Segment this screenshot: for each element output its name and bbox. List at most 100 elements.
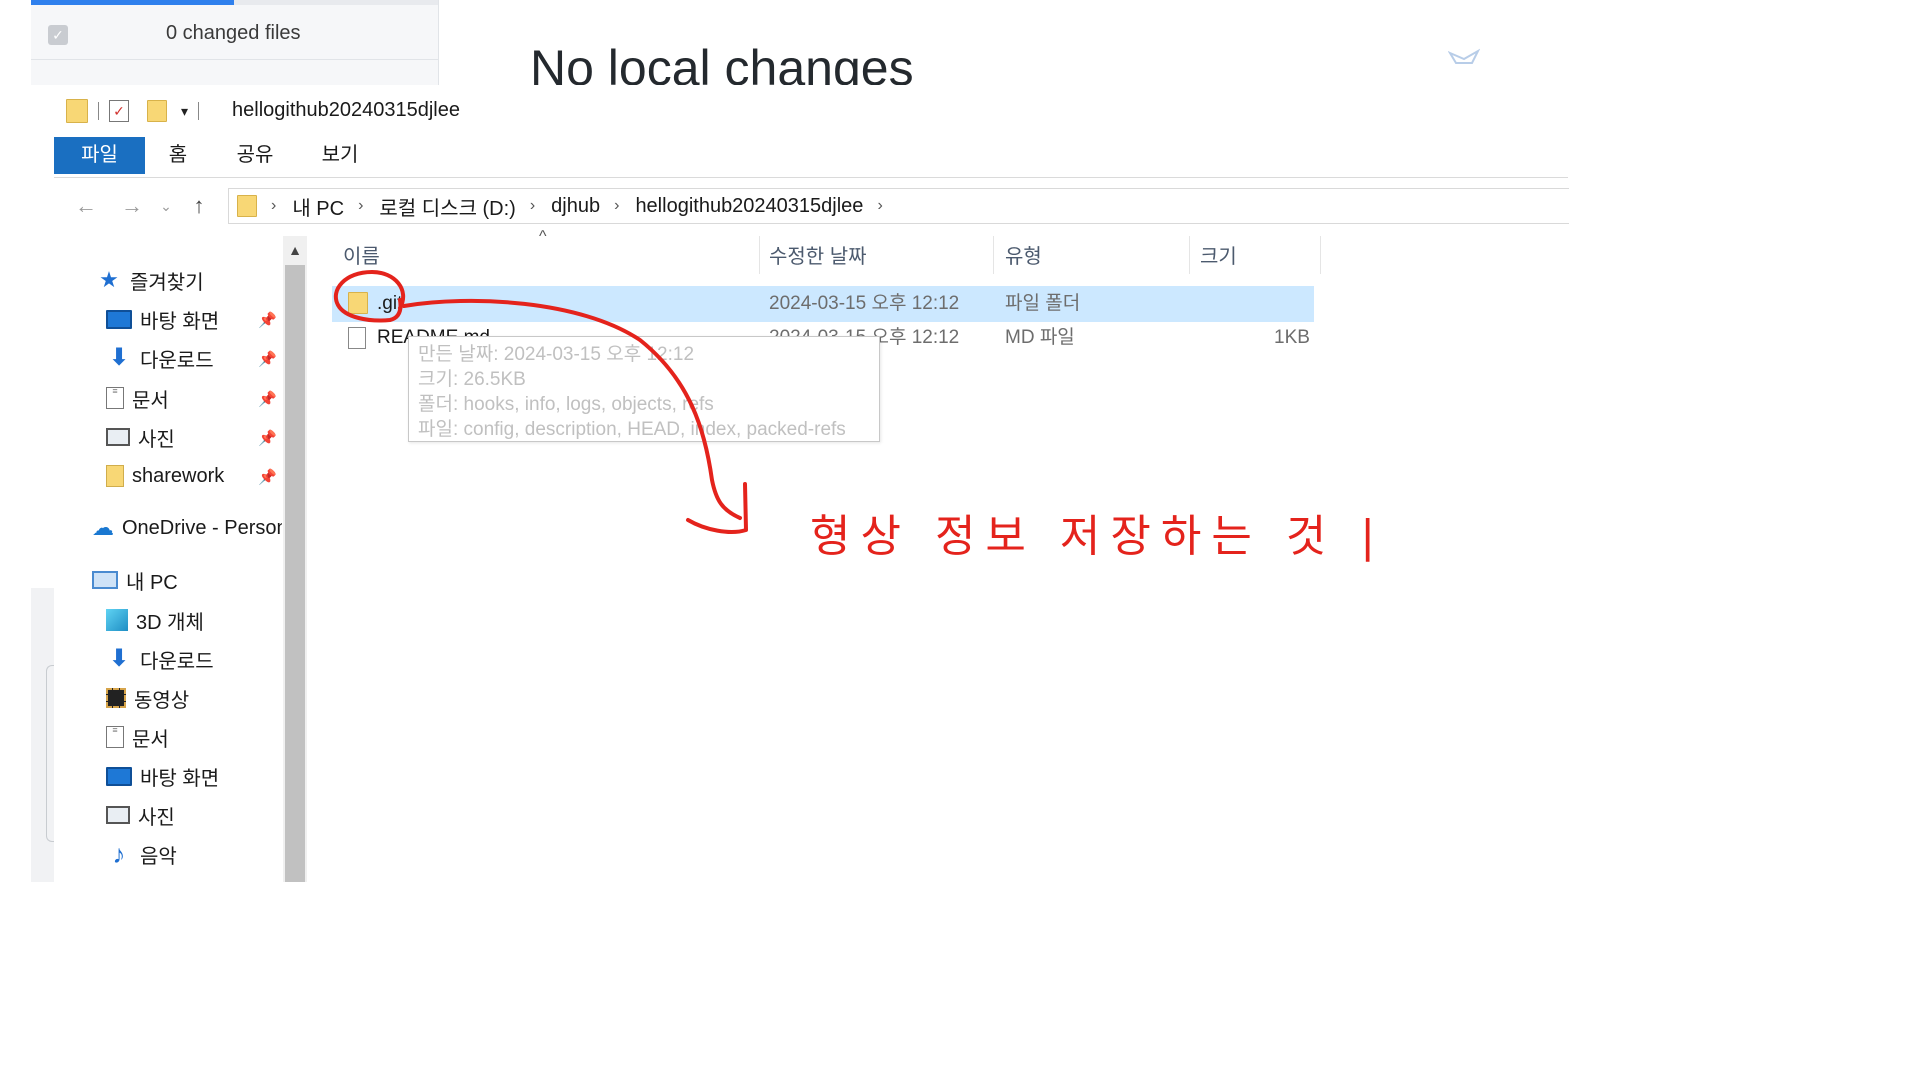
column-header-modified[interactable]: 수정한 날짜: [769, 240, 867, 269]
sidebar-item-label: 사진: [138, 806, 175, 829]
address-bar[interactable]: › 내 PC › 로컬 디스크 (D:) › djhub › hellogith…: [228, 188, 1569, 224]
pin-icon[interactable]: 📌: [258, 429, 277, 447]
file-size: 1KB: [1274, 327, 1310, 348]
up-arrow-icon[interactable]: ↑: [184, 193, 214, 219]
window-title: hellogithub20240315djlee: [232, 99, 460, 121]
navigation-buttons: ← → ⌄ ↑: [70, 189, 214, 223]
sidebar-item-desktop[interactable]: 바탕 화면: [106, 304, 219, 334]
column-header-name[interactable]: 이름: [343, 240, 380, 269]
sort-ascending-icon: ^: [539, 228, 547, 245]
sidebar-item-label: 다운로드: [140, 650, 214, 673]
file-modified: 2024-03-15 오후 12:12: [769, 293, 960, 314]
toolbar-separator: [198, 102, 200, 120]
sidebar-item-label: 즐겨찾기: [130, 271, 204, 294]
sidebar-item-label: 바탕 화면: [140, 310, 220, 333]
folder-icon: [66, 99, 88, 123]
download-icon: ⬇: [108, 645, 130, 672]
breadcrumb-this-pc[interactable]: 내 PC: [292, 192, 344, 221]
sidebar-item-label: 내 PC: [126, 571, 178, 594]
forward-arrow-icon[interactable]: →: [116, 193, 148, 219]
sidebar-item-documents[interactable]: ≡ 문서: [106, 383, 169, 413]
sidebar-item-label: OneDrive - Personal: [122, 516, 282, 539]
sidebar-item-music[interactable]: ♪ 음악: [106, 839, 177, 869]
annotation-text: 형상 정보 저장하는 것 |: [810, 511, 1386, 562]
sidebar-item-label: 동영상: [134, 689, 190, 712]
quick-access-toolbar: ✓ ▾: [66, 96, 209, 126]
sidebar-item-sharework[interactable]: sharework: [106, 461, 224, 491]
changed-files-count: 0 changed files: [166, 22, 301, 44]
shared-folder-icon: [106, 465, 124, 487]
back-arrow-icon[interactable]: ←: [70, 193, 102, 219]
tooltip-size: 크기: 26.5KB: [418, 369, 526, 390]
column-header-size[interactable]: 크기: [1200, 240, 1237, 269]
folder-icon: [348, 292, 368, 314]
ribbon-bar: [54, 137, 1568, 178]
column-divider[interactable]: [1189, 236, 1190, 274]
desktop-icon: [106, 309, 132, 329]
sidebar-item-label: 문서: [132, 389, 169, 412]
column-divider[interactable]: [1320, 236, 1321, 274]
breadcrumb-local-disk[interactable]: 로컬 디스크 (D:): [379, 192, 515, 221]
tab-view[interactable]: 보기: [315, 137, 365, 174]
sidebar-item-3d-objects[interactable]: 3D 개체: [106, 605, 204, 635]
video-icon: [106, 688, 126, 708]
tooltip-created: 만든 날짜: 2024-03-15 오후 12:12: [418, 344, 695, 365]
scrollbar-thumb[interactable]: [285, 265, 305, 882]
pin-icon[interactable]: 📌: [258, 468, 277, 486]
pin-icon[interactable]: 📌: [258, 311, 277, 329]
star-icon: ★: [99, 267, 119, 292]
tab-file[interactable]: 파일: [54, 137, 145, 174]
new-folder-icon[interactable]: [147, 100, 167, 122]
sidebar-item-label: 바탕 화면: [140, 767, 220, 790]
sidebar-item-onedrive[interactable]: ☁ OneDrive - Personal: [92, 513, 282, 543]
sidebar-item-pictures[interactable]: 사진: [106, 422, 175, 452]
scroll-up-arrow-icon[interactable]: ▲: [283, 236, 307, 264]
computer-icon: [92, 571, 118, 589]
pin-icon[interactable]: 📌: [258, 390, 277, 408]
tooltip-folders: 폴더: hooks, info, logs, objects, refs: [418, 394, 714, 415]
music-icon: ♪: [112, 839, 126, 869]
sidebar-item-quick-access[interactable]: ★ 즐겨찾기: [96, 265, 204, 295]
customize-toolbar-dropdown-icon[interactable]: ▾: [181, 103, 188, 120]
github-desktop-changes-tab[interactable]: [31, 0, 234, 5]
document-icon: ≡: [106, 726, 124, 748]
pictures-icon: [106, 428, 130, 446]
properties-icon[interactable]: ✓: [109, 100, 129, 122]
file-name[interactable]: .git: [377, 286, 402, 322]
chevron-right-icon[interactable]: ›: [271, 197, 276, 215]
sidebar-item-pc-desktop[interactable]: 바탕 화면: [106, 761, 219, 791]
chevron-right-icon[interactable]: ›: [614, 197, 619, 215]
sidebar-item-this-pc[interactable]: 내 PC: [92, 565, 178, 595]
file-icon: [348, 327, 366, 349]
column-header-type[interactable]: 유형: [1005, 240, 1042, 269]
chevron-right-icon[interactable]: ›: [358, 197, 363, 215]
chevron-right-icon[interactable]: ›: [530, 197, 535, 215]
column-divider[interactable]: [759, 236, 760, 274]
recent-locations-chevron-icon[interactable]: ⌄: [156, 198, 176, 215]
tab-home[interactable]: 홈: [160, 137, 196, 174]
sidebar-item-label: 음악: [140, 845, 177, 868]
sidebar-item-pc-documents[interactable]: ≡ 문서: [106, 722, 169, 752]
download-icon: ⬇: [108, 344, 130, 371]
sidebar-item-label: 3D 개체: [136, 611, 204, 634]
pin-icon[interactable]: 📌: [258, 350, 277, 368]
no-local-changes-heading: No local changes: [530, 40, 914, 85]
cloud-icon: ☁: [92, 515, 114, 540]
breadcrumb-djhub[interactable]: djhub: [551, 195, 600, 218]
column-divider[interactable]: [993, 236, 994, 274]
file-type: MD 파일: [1005, 327, 1075, 348]
document-icon: ≡: [106, 387, 124, 409]
sidebar-item-label: 사진: [138, 428, 175, 451]
breadcrumb-repo-folder[interactable]: hellogithub20240315djlee: [635, 195, 863, 218]
cube-icon: [106, 609, 128, 631]
sidebar-item-videos[interactable]: 동영상: [106, 683, 189, 713]
select-all-checkbox[interactable]: ✓: [48, 25, 68, 45]
github-desktop-history-tab[interactable]: [234, 0, 438, 5]
chevron-right-icon[interactable]: ›: [877, 197, 882, 215]
sidebar-item-pc-downloads[interactable]: ⬇ 다운로드: [106, 644, 214, 674]
sidebar-item-downloads[interactable]: ⬇ 다운로드: [106, 343, 214, 373]
tab-share[interactable]: 공유: [230, 137, 280, 174]
sidebar-item-label: 다운로드: [140, 349, 214, 372]
sidebar-item-pc-pictures[interactable]: 사진: [106, 800, 175, 830]
folder-icon: [237, 195, 257, 217]
